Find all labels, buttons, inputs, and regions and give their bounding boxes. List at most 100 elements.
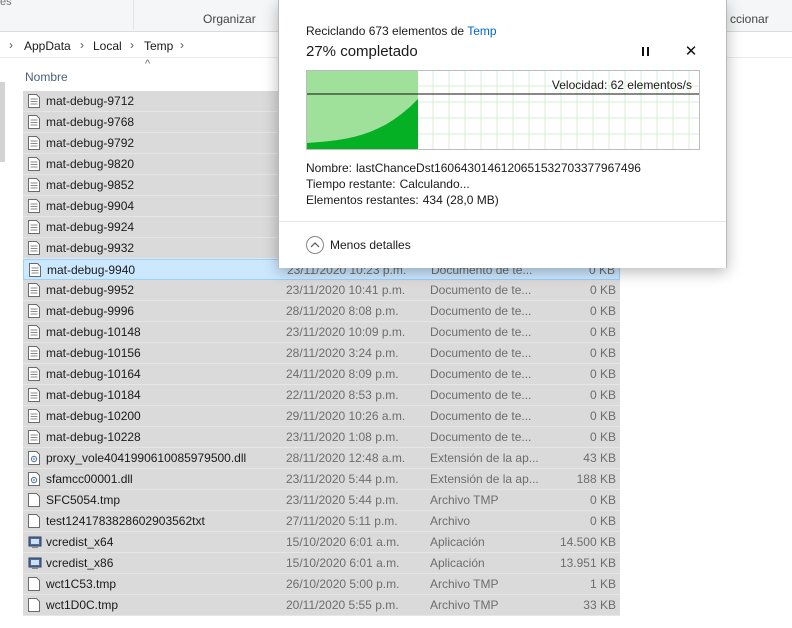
- items-remaining-row: Elementos restantes: 434 (28,0 MB): [306, 193, 499, 207]
- file-row[interactable]: mat-debug-10200 29/11/2020 10:26 a.m. Docu…: [23, 406, 620, 427]
- text-file-icon: [28, 94, 40, 108]
- file-date: 28/11/2020 8:08 p.m.: [286, 304, 399, 318]
- file-name: mat-debug-9952: [46, 283, 135, 297]
- file-name: mat-debug-9904: [46, 199, 135, 213]
- text-file-icon: [28, 367, 40, 381]
- ribbon-group-organize[interactable]: Organizar: [203, 12, 256, 26]
- file-name: mat-debug-10148: [46, 325, 141, 339]
- file-row[interactable]: wct1D0C.tmp 20/11/2020 5:55 p.m. Archivo T…: [23, 595, 620, 616]
- file-size: 0 KB: [589, 430, 616, 444]
- pause-icon[interactable]: [639, 45, 653, 59]
- close-icon[interactable]: ✕: [683, 42, 699, 60]
- ribbon-fragment-left: es: [0, 0, 12, 8]
- file-date: 23/11/2020 5:44 p.m.: [286, 472, 399, 486]
- file-date: 23/11/2020 10:09 p.m.: [286, 325, 406, 339]
- file-size: 33 KB: [583, 598, 616, 612]
- file-type: Documento de te...: [430, 283, 532, 297]
- chevron-right-icon: ›: [9, 38, 13, 52]
- remaining-value: 434 (28,0 MB): [422, 193, 499, 207]
- file-size: 0 KB: [589, 388, 616, 402]
- file-name: mat-debug-9768: [46, 115, 135, 129]
- file-row[interactable]: wct1C53.tmp 26/10/2020 5:00 p.m. Archivo T…: [23, 574, 620, 595]
- file-name: wct1C53.tmp: [46, 577, 117, 591]
- text-file-icon: [28, 136, 40, 150]
- file-row[interactable]: mat-debug-10228 23/11/2020 1:08 p.m. Docum…: [23, 427, 620, 448]
- file-date: 28/11/2020 12:48 a.m.: [286, 451, 406, 465]
- file-row[interactable]: test124178382860290356​2txt 27/11/2020 5:…: [23, 511, 620, 532]
- less-details-button[interactable]: Menos detalles: [306, 236, 411, 254]
- file-row[interactable]: mat-debug-10148 23/11/2020 10:09 p.m. Docu…: [23, 322, 620, 343]
- chevron-up-icon: [306, 236, 324, 254]
- dialog-footer: Menos detalles: [279, 221, 726, 268]
- text-file-icon: [28, 346, 40, 360]
- file-size: 13.951 KB: [559, 556, 616, 570]
- file-type: Documento de te...: [430, 388, 532, 402]
- file-date: 28/11/2020 3:24 p.m.: [286, 346, 399, 360]
- nav-selection-marker: [0, 82, 5, 162]
- file-size: 1 KB: [589, 577, 616, 591]
- dll-file-icon: [28, 472, 40, 486]
- file-date: 15/10/2020 6:01 a.m.: [286, 535, 400, 549]
- file-type: Extensión de la ap...: [430, 472, 539, 486]
- text-file-icon: [28, 325, 40, 339]
- navigation-pane: [0, 60, 16, 628]
- file-row[interactable]: sfamcc00001.dll 23/11/2020 5:44 p.m. Exten…: [23, 469, 620, 490]
- file-date: 24/11/2020 8:09 p.m.: [286, 367, 399, 381]
- text-file-icon: [28, 304, 40, 318]
- file-name: mat-debug-9996: [46, 304, 135, 318]
- ribbon-divider: [133, 0, 134, 30]
- file-name: mat-debug-9712: [46, 94, 135, 108]
- file-row[interactable]: vcredist_x86 15/10/2020 6:01 a.m. Aplicaci…: [23, 553, 620, 574]
- dll-file-icon: [28, 451, 40, 465]
- file-name: mat-debug-10200: [46, 409, 141, 423]
- file-type: Documento de te...: [430, 409, 532, 423]
- file-type: Documento de te...: [430, 367, 532, 381]
- breadcrumb-local[interactable]: Local: [93, 39, 122, 53]
- file-date: 27/11/2020 5:11 p.m.: [286, 514, 398, 528]
- file-name: mat-debug-10156: [46, 346, 141, 360]
- time-value: Calculando...: [399, 177, 470, 191]
- ribbon-group-select[interactable]: ccionar: [730, 12, 769, 26]
- file-row[interactable]: SFC5054.tmp 23/11/2020 5:44 p.m. Archivo T…: [23, 490, 620, 511]
- blank-file-icon: [28, 577, 40, 591]
- file-name: mat-debug-9852: [46, 178, 135, 192]
- file-name: vcredist_x64: [46, 535, 114, 549]
- breadcrumb-temp[interactable]: Temp: [144, 39, 173, 53]
- blank-file-icon: [28, 493, 40, 507]
- name-label: Nombre:: [306, 161, 353, 175]
- percent-complete: 27% completado: [306, 43, 418, 60]
- file-row[interactable]: mat-debug-10164 24/11/2020 8:09 p.m. Docum…: [23, 364, 620, 385]
- file-row[interactable]: mat-debug-10184 22/11/2020 8:53 p.m. Docum…: [23, 385, 620, 406]
- sort-ascending-icon: ^: [145, 58, 151, 70]
- file-date: 23/11/2020 1:08 p.m.: [286, 430, 399, 444]
- file-name: mat-debug-10184: [46, 388, 141, 402]
- file-size: 0 KB: [589, 304, 616, 318]
- installer-icon: [28, 556, 42, 570]
- column-name[interactable]: Nombre: [25, 70, 68, 84]
- file-size: 43 KB: [583, 451, 616, 465]
- file-name: mat-debug-9924: [46, 220, 135, 234]
- file-type: Documento de te...: [430, 304, 532, 318]
- file-row[interactable]: mat-debug-9996 28/11/2020 8:08 p.m. Docume…: [23, 301, 620, 322]
- breadcrumb-appdata[interactable]: AppData: [24, 39, 71, 53]
- file-size: 0 KB: [589, 325, 616, 339]
- file-row[interactable]: proxy_vole4041990610085979500.dll 28/11/2…: [23, 448, 620, 469]
- file-row[interactable]: mat-debug-10156 28/11/2020 3:24 p.m. Docum…: [23, 343, 620, 364]
- time-label: Tiempo restante:: [306, 177, 396, 191]
- dialog-title-text: Reciclando 673 elementos de: [306, 24, 468, 38]
- file-name: mat-debug-9820: [46, 157, 135, 171]
- blank-file-icon: [28, 598, 40, 612]
- file-type: Documento de te...: [430, 346, 532, 360]
- text-file-icon: [28, 178, 40, 192]
- file-row[interactable]: mat-debug-9952 23/11/2020 10:41 p.m. Docum…: [23, 280, 620, 301]
- destination-link[interactable]: Temp: [467, 24, 496, 38]
- file-type: Archivo TMP: [430, 598, 499, 612]
- blank-file-icon: [28, 514, 40, 528]
- file-row[interactable]: vcredist_x64 15/10/2020 6:01 a.m. Aplicaci…: [23, 532, 620, 553]
- file-name: mat-debug-9792: [46, 136, 135, 150]
- file-size: 0 KB: [589, 514, 616, 528]
- chevron-right-icon: ›: [130, 38, 134, 52]
- file-name: mat-debug-9932: [46, 241, 135, 255]
- file-name: SFC5054.tmp: [46, 493, 121, 507]
- chevron-right-icon: ›: [80, 38, 84, 52]
